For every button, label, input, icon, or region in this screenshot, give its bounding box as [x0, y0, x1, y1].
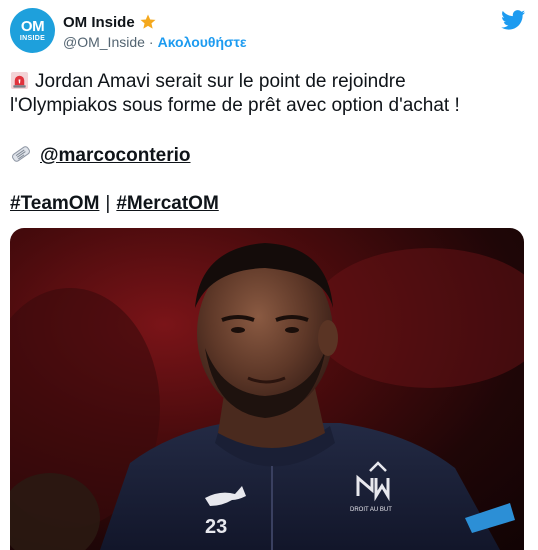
hashtag-separator: |: [105, 193, 111, 214]
follow-button[interactable]: Ακολουθήστε: [158, 34, 247, 50]
mention-line: @marcoconterio: [10, 144, 191, 168]
handle-row: @OM_Inside · Ακολουθήστε: [63, 34, 247, 50]
hashtag-teamom-link[interactable]: #TeamOM: [10, 193, 99, 214]
twitter-bird-icon[interactable]: [501, 10, 526, 30]
siren-icon: [10, 71, 29, 90]
tweet-text-line1: Jordan Amavi serait sur le point de rejo…: [10, 70, 406, 94]
tweet-text-first-line: Jordan Amavi serait sur le point de rejo…: [35, 71, 406, 92]
avatar-text-om: OM: [20, 18, 45, 35]
mention-link[interactable]: @marcoconterio: [40, 145, 191, 166]
jersey-number: 23: [205, 516, 227, 538]
name-row: OM Inside: [63, 13, 157, 31]
tweet-photo[interactable]: 23 DROIT AU BUT: [10, 228, 524, 550]
player-photo-illustration: 23 DROIT AU BUT: [10, 243, 524, 550]
avatar-text-inside: INSIDE: [19, 35, 46, 42]
display-name[interactable]: OM Inside: [63, 14, 135, 31]
tweet-card: OM INSIDE OM Inside @OM_Inside · Ακολουθ…: [0, 0, 538, 550]
handle[interactable]: @OM_Inside: [63, 34, 145, 50]
star-icon: [140, 14, 156, 29]
hashtag-mercatom-link[interactable]: #MercatOM: [116, 193, 218, 214]
crest-text: DROIT AU BUT: [350, 507, 392, 513]
newspaper-icon: [12, 146, 30, 162]
hashtags-line: #TeamOM | #MercatOM: [10, 192, 219, 216]
tweet-text-second-line: l'Olympiakos sous forme de prêt avec opt…: [10, 95, 460, 116]
handle-separator: ·: [148, 34, 154, 50]
avatar[interactable]: OM INSIDE: [10, 8, 55, 53]
